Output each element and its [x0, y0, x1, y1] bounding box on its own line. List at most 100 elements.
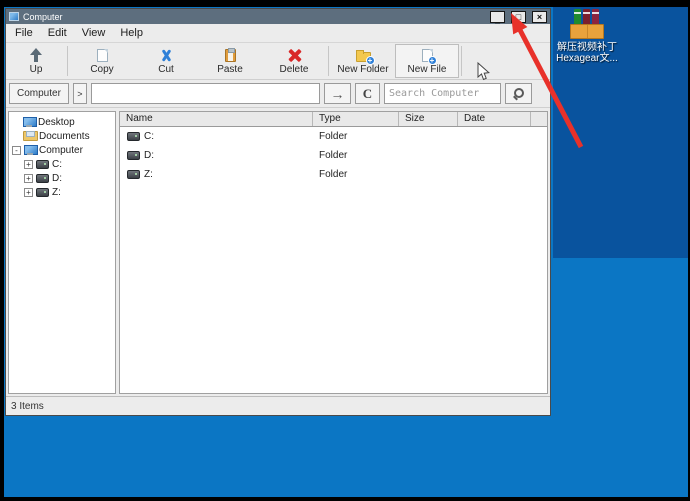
up-arrow-icon — [29, 48, 43, 62]
column-header-filler — [531, 112, 547, 126]
tree-item-documents[interactable]: Documents — [9, 129, 115, 143]
file-row-drive-c[interactable]: C: Folder — [120, 127, 547, 146]
drive-icon — [36, 174, 49, 183]
copy-label: Copy — [90, 64, 113, 75]
list-header: Name Type Size Date — [120, 112, 547, 127]
expand-expander[interactable]: + — [24, 188, 33, 197]
minimize-glyph: _ — [495, 19, 500, 21]
drive-icon — [127, 132, 140, 141]
item-count-text: 3 Items — [11, 401, 44, 412]
tree-label: D: — [52, 173, 62, 184]
column-header-date[interactable]: Date — [458, 112, 531, 126]
file-row-drive-d[interactable]: D: Folder — [120, 146, 547, 165]
window-title: Computer — [23, 12, 484, 22]
maximize-button[interactable]: □ — [511, 11, 526, 23]
cell-name: C: — [144, 131, 154, 142]
window-app-icon — [9, 12, 19, 21]
path-input[interactable] — [91, 83, 320, 104]
new-folder-button[interactable]: New Folder — [331, 44, 395, 78]
toolbar-separator — [461, 46, 462, 76]
cell-name: D: — [144, 150, 154, 161]
documents-folder-icon — [23, 131, 36, 141]
cut-scissors-icon — [160, 49, 173, 62]
up-label: Up — [30, 64, 43, 75]
delete-x-icon — [288, 49, 301, 62]
new-folder-icon — [356, 52, 371, 62]
cell-name: Z: — [144, 169, 153, 180]
cell-type: Folder — [313, 131, 399, 142]
minimize-button[interactable]: _ — [490, 11, 505, 23]
location-chevron-button[interactable]: > — [73, 83, 87, 104]
tree-item-desktop[interactable]: Desktop — [9, 115, 115, 129]
menu-bar: File Edit View Help — [6, 24, 550, 43]
cell-type: Folder — [313, 169, 399, 180]
toolbar-separator — [328, 46, 329, 76]
column-header-size[interactable]: Size — [399, 112, 458, 126]
tree-item-drive-z[interactable]: + Z: — [9, 185, 115, 199]
paste-clipboard-icon — [225, 49, 236, 62]
location-button[interactable]: Computer — [9, 83, 69, 104]
drive-icon — [127, 170, 140, 179]
search-button[interactable] — [505, 83, 532, 104]
tree-label: Z: — [52, 187, 61, 198]
plus-badge-icon — [366, 56, 375, 65]
delete-button[interactable]: Delete — [262, 44, 326, 78]
maximize-glyph: □ — [516, 12, 521, 22]
cut-label: Cut — [158, 64, 174, 75]
copy-document-icon — [97, 49, 108, 62]
drive-icon — [127, 151, 140, 160]
desktop-background: 解压视频补丁 Hexagear文... Computer _ □ × File … — [4, 7, 688, 497]
tree-item-drive-d[interactable]: + D: — [9, 171, 115, 185]
close-glyph: × — [537, 12, 542, 22]
drive-icon — [36, 160, 49, 169]
refresh-button[interactable]: C — [355, 83, 380, 104]
go-button[interactable]: → — [324, 83, 351, 104]
menu-edit[interactable]: Edit — [48, 27, 67, 39]
tree-label: Documents — [39, 131, 90, 142]
title-bar[interactable]: Computer _ □ × — [6, 9, 550, 24]
cell-type: Folder — [313, 150, 399, 161]
desktop-shortcut-winrar-archive[interactable]: 解压视频补丁 Hexagear文... — [546, 9, 628, 64]
folder-tree-panel[interactable]: Desktop Documents - Computer + C: — [8, 111, 116, 394]
up-button[interactable]: Up — [7, 44, 65, 78]
file-row-drive-z[interactable]: Z: Folder — [120, 165, 547, 184]
winrar-archive-icon — [568, 9, 606, 39]
copy-button[interactable]: Copy — [70, 44, 134, 78]
column-header-name[interactable]: Name — [120, 112, 313, 126]
drive-icon — [36, 188, 49, 197]
expand-expander[interactable]: + — [24, 174, 33, 183]
address-bar: Computer > → C — [6, 80, 550, 108]
new-file-button[interactable]: New File — [395, 44, 459, 78]
computer-icon — [24, 145, 36, 155]
delete-label: Delete — [280, 64, 309, 75]
toolbar: Up Copy Cut Paste Delete New Fo — [6, 43, 550, 80]
tree-item-computer[interactable]: - Computer — [9, 143, 115, 157]
tree-item-drive-c[interactable]: + C: — [9, 157, 115, 171]
desktop-monitor-icon — [23, 117, 35, 127]
tree-label: C: — [52, 159, 62, 170]
cut-button[interactable]: Cut — [134, 44, 198, 78]
close-button[interactable]: × — [532, 11, 547, 23]
expand-expander[interactable]: + — [24, 160, 33, 169]
new-file-icon — [422, 49, 433, 62]
tree-label: Desktop — [38, 117, 75, 128]
content-area: Desktop Documents - Computer + C: — [6, 110, 550, 395]
desktop-shortcut-label: 解压视频补丁 Hexagear文... — [546, 42, 628, 64]
collapse-expander[interactable]: - — [12, 146, 21, 155]
search-magnifier-icon — [513, 88, 524, 99]
menu-file[interactable]: File — [15, 27, 33, 39]
paste-button[interactable]: Paste — [198, 44, 262, 78]
file-list-panel[interactable]: Name Type Size Date C: Folder D: Folder — [119, 111, 548, 394]
paste-label: Paste — [217, 64, 243, 75]
menu-help[interactable]: Help — [120, 27, 143, 39]
plus-badge-icon — [428, 56, 437, 65]
search-input[interactable] — [384, 83, 501, 104]
new-folder-label: New Folder — [337, 64, 388, 75]
status-bar: 3 Items — [6, 396, 550, 415]
tree-label: Computer — [39, 145, 83, 156]
file-manager-window: Computer _ □ × File Edit View Help Up Co… — [5, 8, 551, 416]
toolbar-separator — [67, 46, 68, 76]
menu-view[interactable]: View — [82, 27, 106, 39]
column-header-type[interactable]: Type — [313, 112, 399, 126]
new-file-label: New File — [408, 64, 447, 75]
